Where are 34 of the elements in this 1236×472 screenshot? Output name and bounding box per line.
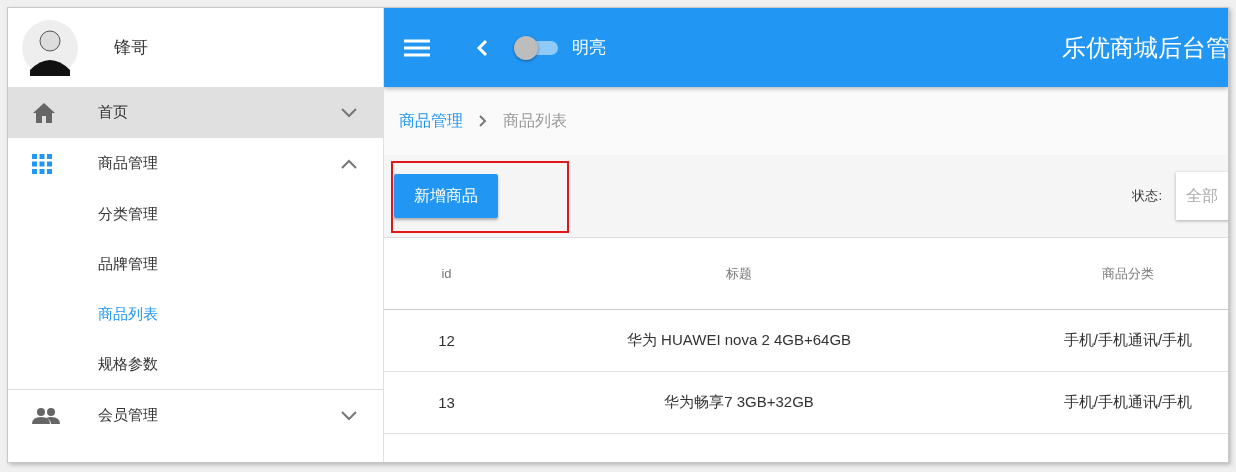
chevron-icon [341,107,357,118]
table-cell: 华为畅享7 3GB+32GB [664,393,814,412]
nav-subitem[interactable]: 商品列表 [8,289,158,339]
table-cell: 华为 HUAWEI nova 2 4GB+64GB [626,331,852,350]
switch-label: 明亮 [572,37,606,59]
table-cell: 13 [438,394,455,411]
menu-icon[interactable] [404,38,430,57]
home-icon [32,101,56,124]
nav-subitem[interactable]: 品牌管理 [8,239,158,289]
breadcrumb-text: 商品列表 [503,110,567,131]
add-button[interactable]: 新增商品 [394,174,498,218]
nav-subitem[interactable]: 分类管理 [8,189,158,239]
breadcrumb-link[interactable]: 商品管理 [399,110,463,132]
table-cell: 手机/手机通讯/手机 [1063,393,1193,412]
nav-item[interactable]: 商品管理 [8,138,383,189]
user-name: 锋哥 [114,37,148,59]
grid-icon [32,153,52,174]
nav-item[interactable]: 首页 [8,87,383,138]
chevron-icon [341,158,357,169]
chevron-icon [341,410,357,421]
column-header[interactable]: 商品分类 [1102,264,1154,283]
people-icon [32,407,60,424]
chevron-left-icon[interactable] [476,39,488,56]
nav-subitem[interactable]: 规格参数 [8,339,158,389]
theme-switch[interactable] [514,35,558,60]
table-cell: 12 [438,332,455,349]
column-header[interactable]: id [441,266,452,281]
table-cell: 手机/手机通讯/手机 [1063,331,1193,350]
chevron-right-icon [479,115,487,127]
status-label: 状态: [1132,187,1162,205]
column-header[interactable]: 标题 [726,264,752,283]
nav-item[interactable]: 会员管理 [8,390,383,441]
app-title: 乐优商城后台管 [1062,32,1228,63]
avatar [22,19,78,76]
